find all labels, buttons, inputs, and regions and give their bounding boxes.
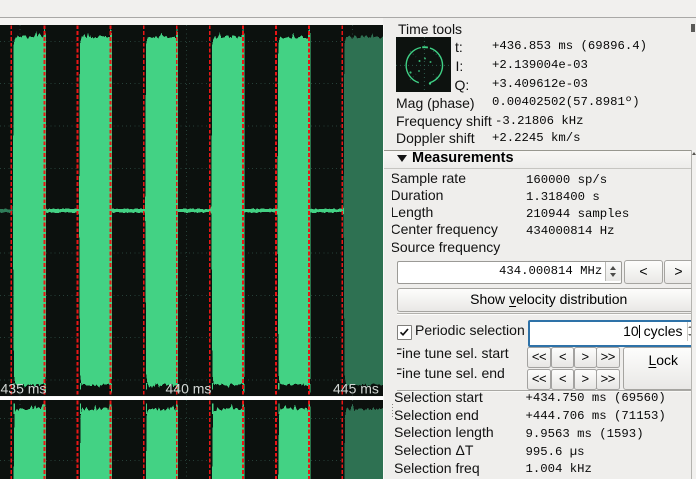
svg-text:440 ms: 440 ms	[166, 380, 212, 396]
svg-text:445 ms: 445 ms	[333, 380, 379, 396]
svg-text:435 ms: 435 ms	[1, 380, 47, 396]
